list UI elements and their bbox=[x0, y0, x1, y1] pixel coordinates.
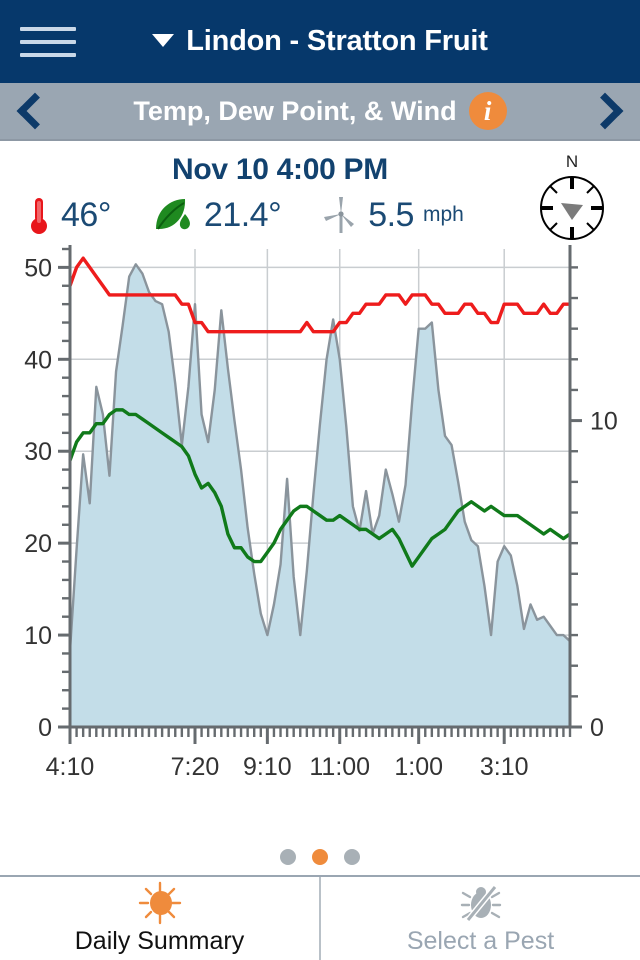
hamburger-bar bbox=[20, 26, 76, 31]
hamburger-icon[interactable] bbox=[20, 26, 76, 57]
chart-title-group: Temp, Dew Point, & Wind i bbox=[0, 92, 640, 130]
bottom-tab-bar: Daily Summary Select a Pest bbox=[0, 875, 640, 960]
tab-select-a-pest[interactable]: Select a Pest bbox=[319, 877, 640, 960]
page-dot-1[interactable] bbox=[312, 849, 328, 865]
chart-title: Temp, Dew Point, & Wind bbox=[133, 95, 457, 126]
hamburger-bar bbox=[20, 52, 76, 57]
thermometer-icon bbox=[31, 198, 47, 234]
left-axis-tick-label: 10 bbox=[24, 622, 52, 650]
pest-bug-icon bbox=[460, 885, 501, 922]
x-axis-tick-label: 4:10 bbox=[46, 753, 95, 781]
page-indicator[interactable] bbox=[0, 843, 640, 875]
left-axis-tick-label: 50 bbox=[24, 254, 52, 282]
info-icon[interactable]: i bbox=[468, 92, 507, 130]
page-dot-0[interactable] bbox=[280, 849, 296, 865]
chart-nav-bar: Temp, Dew Point, & Wind i bbox=[0, 83, 640, 141]
hamburger-bar bbox=[20, 39, 76, 44]
chart-panel[interactable]: 0 10 20 30 40 50 0 10 4:10 7:20 9:10 11:00 1:00 3:10 bbox=[0, 239, 640, 843]
tab-daily-summary-label: Daily Summary bbox=[74, 927, 245, 955]
x-axis-tick-label: 1:00 bbox=[394, 753, 443, 781]
chevron-left-icon[interactable] bbox=[16, 92, 54, 130]
right-axis-tick-label: 10 bbox=[590, 408, 618, 436]
wind-value: 5.5 bbox=[368, 195, 414, 234]
wind-metric: 5.5 mph bbox=[323, 195, 464, 235]
page-dot-2[interactable] bbox=[344, 849, 360, 865]
wind-area bbox=[70, 264, 570, 727]
station-selector[interactable]: Lindon - Stratton Fruit bbox=[0, 25, 640, 58]
current-reading-panel: Nov 10 4:00 PM 46° 21.4° 5.5 mph N bbox=[0, 141, 640, 240]
x-axis-tick-label: 11:00 bbox=[309, 753, 370, 781]
page-title: Lindon - Stratton Fruit bbox=[186, 25, 488, 57]
wind-turbine-icon bbox=[324, 197, 355, 233]
temperature-metric: 46° bbox=[26, 195, 111, 235]
left-axis-tick-label: 20 bbox=[24, 530, 52, 558]
app-header: Lindon - Stratton Fruit bbox=[0, 0, 640, 83]
compass-north-label: N bbox=[565, 152, 579, 171]
tab-daily-summary[interactable]: Daily Summary bbox=[0, 877, 319, 960]
sun-icon bbox=[138, 881, 181, 925]
x-axis-tick-label: 7:20 bbox=[171, 753, 220, 781]
compass-icon bbox=[540, 176, 604, 240]
left-axis-tick-label: 0 bbox=[38, 714, 52, 742]
weather-chart-screen: Lindon - Stratton Fruit Temp, Dew Point,… bbox=[0, 0, 640, 960]
dewpoint-metric: 21.4° bbox=[153, 195, 282, 235]
caret-down-icon bbox=[152, 33, 175, 47]
right-axis-tick-label: 0 bbox=[590, 714, 604, 742]
dewpoint-value: 21.4° bbox=[203, 195, 282, 234]
temp-dewpoint-wind-chart[interactable]: 0 10 20 30 40 50 0 10 4:10 7:20 9:10 11:00 1:00 3:10 bbox=[0, 239, 640, 799]
wind-direction-compass: N bbox=[530, 153, 614, 249]
leaf-dew-icon bbox=[155, 199, 190, 230]
left-axis-tick-label: 30 bbox=[24, 438, 52, 466]
tab-select-a-pest-label: Select a Pest bbox=[406, 927, 555, 955]
chevron-right-icon[interactable] bbox=[586, 92, 624, 130]
temperature-value: 46° bbox=[61, 195, 111, 234]
x-axis-tick-label: 9:10 bbox=[243, 753, 292, 781]
left-axis-tick-label: 40 bbox=[24, 346, 52, 374]
x-axis-tick-label: 3:10 bbox=[480, 753, 529, 781]
wind-unit: mph bbox=[422, 203, 464, 226]
